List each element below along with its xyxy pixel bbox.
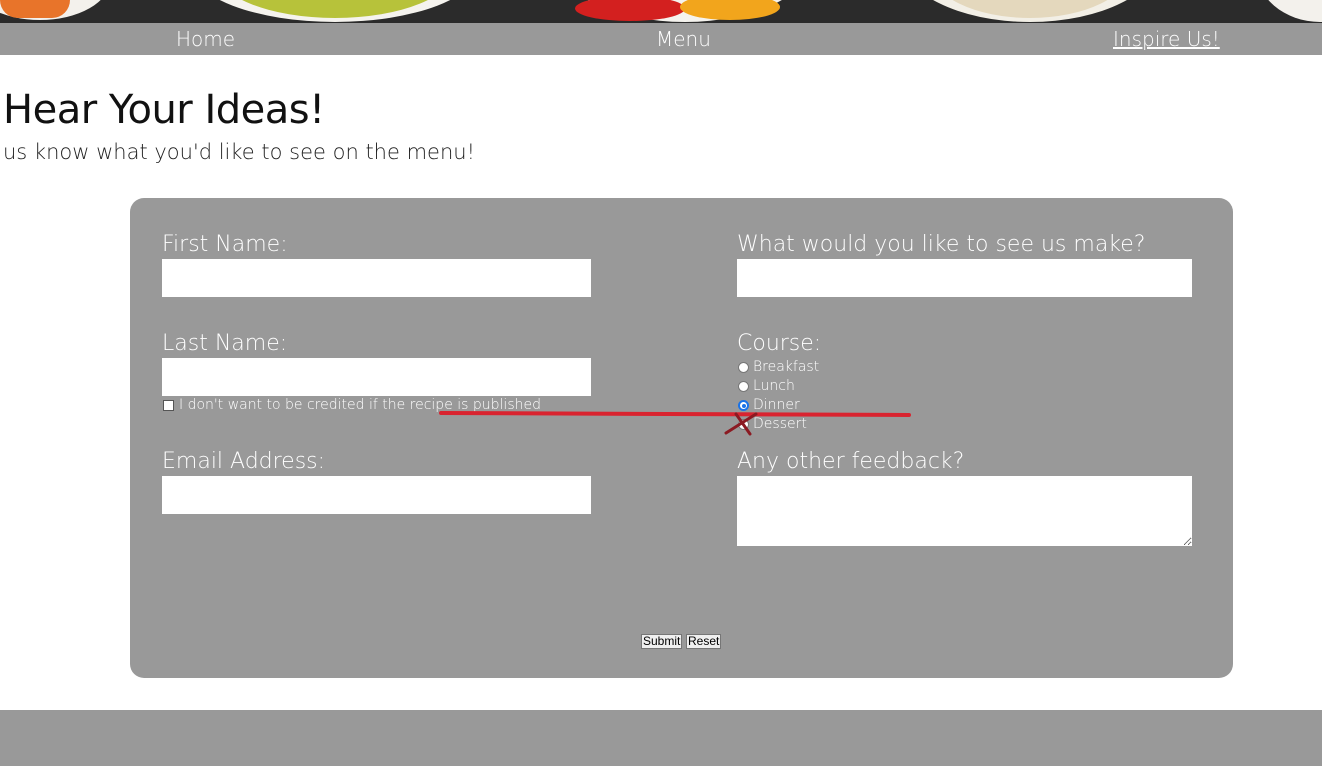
nav-inspire-link[interactable]: Inspire Us! xyxy=(1113,27,1220,51)
page-footer xyxy=(0,710,1322,766)
page-subtitle: us know what you'd like to see on the me… xyxy=(3,140,475,164)
make-input[interactable] xyxy=(737,259,1192,297)
feedback-textarea[interactable] xyxy=(737,476,1192,546)
first-name-input[interactable] xyxy=(162,259,591,297)
banner-carrot xyxy=(0,0,70,18)
nav-menu-link[interactable]: Menu xyxy=(656,27,711,51)
course-option-dinner: Dinner xyxy=(753,397,800,413)
nav-home-link[interactable]: Home xyxy=(176,27,235,51)
first-name-label: First Name: xyxy=(162,232,288,257)
credit-checkbox-label: I don't want to be credited if the recip… xyxy=(179,397,541,413)
course-radio-breakfast[interactable] xyxy=(738,362,749,373)
course-option-breakfast: Breakfast xyxy=(753,359,820,375)
course-label: Course: xyxy=(737,331,822,356)
page-title: Hear Your Ideas! xyxy=(3,87,325,133)
banner-bowl-right xyxy=(1255,0,1322,22)
banner-image xyxy=(0,0,1322,23)
submit-button[interactable]: Submit xyxy=(641,634,683,649)
email-input[interactable] xyxy=(162,476,591,514)
course-option-lunch: Lunch xyxy=(753,378,795,394)
email-label: Email Address: xyxy=(162,449,326,474)
main-nav: Home Menu Inspire Us! xyxy=(0,23,1322,55)
course-radio-lunch[interactable] xyxy=(738,381,749,392)
course-radio-dessert[interactable] xyxy=(738,419,749,430)
credit-checkbox[interactable] xyxy=(163,400,174,411)
feedback-label: Any other feedback? xyxy=(737,449,965,474)
last-name-input[interactable] xyxy=(162,358,591,396)
reset-button[interactable]: Reset xyxy=(686,634,722,649)
last-name-label: Last Name: xyxy=(162,331,288,356)
course-radio-dinner[interactable] xyxy=(738,400,749,411)
make-label: What would you like to see us make? xyxy=(737,232,1146,257)
course-option-dessert: Dessert xyxy=(753,416,807,432)
